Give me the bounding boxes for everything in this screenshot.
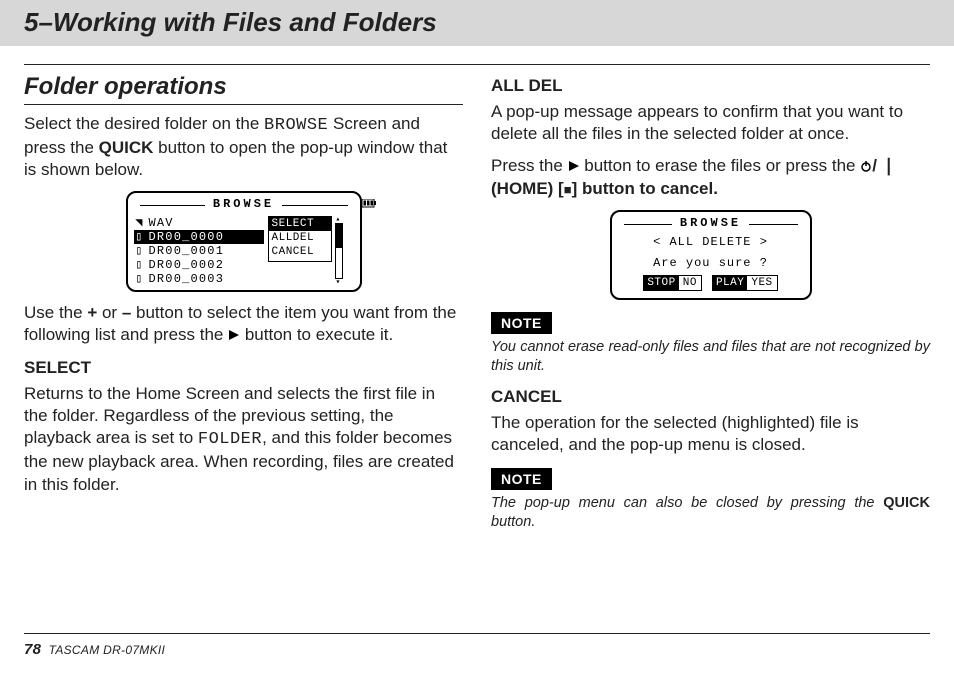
file-icon: ▯ — [134, 230, 146, 244]
scroll-up-icon: ▴ — [335, 216, 343, 223]
scroll-down-icon: ▾ — [335, 279, 343, 286]
play-yes-button: PLAY YES — [712, 275, 778, 291]
list-item: ▯DR00_0001 — [134, 244, 264, 258]
button-value: NO — [679, 276, 701, 290]
confirm-heading: < ALL DELETE > — [628, 235, 794, 251]
text: Press the — [491, 156, 568, 175]
stop-no-button: STOP NO — [643, 275, 702, 291]
chapter-header: 5–Working with Files and Folders — [0, 0, 954, 46]
text: or — [97, 303, 122, 322]
lcd-title: BROWSE — [676, 216, 745, 232]
footer-rule — [24, 633, 930, 634]
button-key: STOP — [644, 276, 678, 290]
page-number: 78 — [24, 641, 41, 658]
file-icon: ▯ — [134, 272, 146, 286]
play-icon — [568, 156, 580, 178]
body: Folder operations Select the desired fol… — [0, 46, 954, 542]
text: button to execute it. — [240, 325, 393, 344]
file-list: ◥WAV ▯DR00_0000 ▯DR00_0001 ▯DR00_0002 ▯D… — [134, 216, 264, 286]
note-text: You cannot erase read-only files and fil… — [491, 338, 930, 376]
lcd-title-row: BROWSE — [140, 197, 348, 213]
columns: Folder operations Select the desired fol… — [24, 71, 930, 542]
page: 5–Working with Files and Folders Folder … — [0, 0, 954, 675]
section-rule — [24, 104, 463, 105]
text: ] button to cancel. — [572, 179, 718, 198]
pause-bar-icon: ❘ — [882, 156, 896, 175]
list-item: ▯DR00_0000 — [134, 230, 264, 244]
alldel-para: A pop-up message appears to confirm that… — [491, 101, 930, 145]
file-name: DR00_0003 — [149, 272, 225, 286]
text: ) [ — [548, 179, 564, 198]
text: The pop-up menu can also be closed by pr… — [491, 495, 883, 511]
stop-icon: ■ — [564, 182, 572, 197]
list-item: ◥WAV — [134, 216, 264, 230]
play-icon — [228, 325, 240, 347]
section-title: Folder operations — [24, 71, 463, 102]
list-item: ▯DR00_0003 — [134, 272, 264, 286]
note-text: The pop-up menu can also be closed by pr… — [491, 494, 930, 532]
note-label: NOTE — [491, 468, 552, 490]
file-name: DR00_0000 — [149, 230, 225, 244]
press-para: Press the button to erase the files or p… — [491, 155, 930, 200]
button-key: PLAY — [713, 276, 747, 290]
para-plusminus: Use the + or – button to select the item… — [24, 302, 463, 347]
figure-browse-popup: BROWSE ◥WAV ▯DR00_0000 ▯DR00_0001 — [24, 191, 463, 292]
model-name: TASCAM DR-07MKII — [49, 643, 166, 657]
folder-mode-name: FOLDER — [198, 430, 262, 449]
popup-menu: SELECT ALLDEL CANCEL — [268, 216, 332, 262]
select-para: Returns to the Home Screen and selects t… — [24, 383, 463, 495]
footer-text: 78 TASCAM DR-07MKII — [24, 640, 930, 660]
cancel-heading: CANCEL — [491, 386, 930, 408]
confirm-message: Are you sure ? — [628, 256, 794, 272]
plus-button-label: + — [87, 303, 97, 322]
file-name: WAV — [149, 216, 174, 230]
file-name: DR00_0001 — [149, 244, 225, 258]
column-left: Folder operations Select the desired fol… — [24, 71, 463, 542]
top-rule — [24, 64, 930, 65]
file-icon: ▯ — [134, 244, 146, 258]
note-label: NOTE — [491, 312, 552, 334]
file-name: DR00_0002 — [149, 258, 225, 272]
scrollbar: ▴ ▾ — [335, 216, 343, 286]
battery-icon — [362, 199, 376, 208]
figure-all-delete: BROWSE < ALL DELETE > Are you sure ? STO… — [491, 210, 930, 300]
quick-button-label: QUICK — [883, 495, 930, 511]
home-button-label: HOME — [497, 179, 548, 198]
folder-open-icon: ◥ — [134, 216, 146, 230]
column-right: ALL DEL A pop-up message appears to conf… — [491, 71, 930, 542]
power-icon — [860, 156, 872, 178]
text: button. — [491, 514, 535, 530]
alldel-heading: ALL DEL — [491, 75, 930, 97]
text: Select the desired folder on the — [24, 114, 264, 133]
menu-item: CANCEL — [269, 245, 331, 259]
quick-button-label: QUICK — [99, 138, 154, 157]
lcd-title-row: BROWSE — [624, 216, 798, 232]
slash: / — [872, 156, 881, 175]
browse-screen-name: BROWSE — [264, 116, 328, 135]
text: button to erase the files or press the — [580, 156, 861, 175]
menu-item: SELECT — [269, 217, 331, 231]
menu-item: ALLDEL — [269, 231, 331, 245]
select-heading: SELECT — [24, 357, 463, 379]
list-item: ▯DR00_0002 — [134, 258, 264, 272]
text: Use the — [24, 303, 87, 322]
button-value: YES — [747, 276, 776, 290]
file-icon: ▯ — [134, 258, 146, 272]
minus-button-label: – — [122, 303, 131, 322]
lcd-title: BROWSE — [209, 197, 278, 213]
confirm-dialog: < ALL DELETE > Are you sure ? STOP NO PL… — [628, 235, 794, 291]
page-footer: 78 TASCAM DR-07MKII — [24, 633, 930, 660]
cancel-para: The operation for the selected (highligh… — [491, 412, 930, 456]
para-intro: Select the desired folder on the BROWSE … — [24, 113, 463, 181]
chapter-title: 5–Working with Files and Folders — [24, 7, 437, 37]
